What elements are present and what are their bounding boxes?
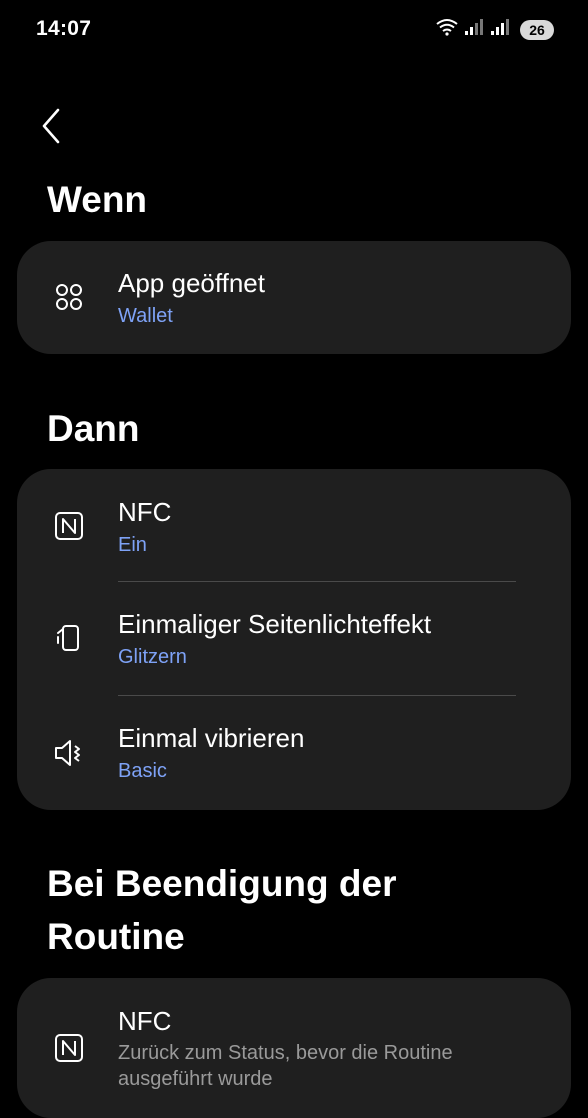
section-title-then: Dann: [47, 408, 140, 449]
when-card: App geöffnet Wallet: [17, 241, 571, 354]
item-title: App geöffnet: [118, 268, 265, 298]
edge-lighting-icon: [51, 620, 87, 656]
item-subtitle: Ein: [118, 534, 147, 556]
item-subtitle: Glitzern: [118, 646, 187, 668]
signal-icon: [490, 18, 510, 41]
section-title-when: Wenn: [47, 179, 148, 220]
status-bar: 14:07 26: [0, 0, 588, 60]
apps-icon: [51, 279, 87, 315]
item-subtitle: Zurück zum Status, bevor die Routine: [118, 1042, 453, 1064]
item-title: NFC: [118, 1006, 172, 1036]
item-subtitle: Basic: [118, 760, 167, 782]
then-card: NFC Ein Einmaliger Seitenlichteffekt Gli…: [17, 469, 571, 810]
item-subtitle: Wallet: [118, 305, 173, 327]
back-button[interactable]: [40, 106, 80, 150]
signal-icon: [464, 18, 484, 41]
wifi-icon: [436, 18, 458, 41]
item-title: NFC: [118, 497, 172, 527]
item-title: Einmaliger Seitenlichteffekt: [118, 609, 432, 639]
nfc-icon: [51, 1030, 87, 1066]
list-item-vibrate[interactable]: Einmal vibrieren Basic: [17, 696, 571, 810]
list-item-app-opened[interactable]: App geöffnet Wallet: [17, 241, 571, 354]
item-title: Einmal vibrieren: [118, 723, 305, 753]
list-item-nfc-restore[interactable]: NFC Zurück zum Status, bevor die Routine…: [17, 978, 571, 1118]
list-item-nfc[interactable]: NFC Ein: [17, 469, 571, 581]
status-icons: 26: [436, 18, 554, 41]
section-title-on-end-line1: Bei Beendigung der: [47, 863, 397, 904]
on-end-card: NFC Zurück zum Status, bevor die Routine…: [17, 978, 571, 1118]
vibrate-icon: [51, 735, 87, 771]
nfc-icon: [51, 508, 87, 544]
list-item-edge-lighting[interactable]: Einmaliger Seitenlichteffekt Glitzern: [17, 582, 571, 695]
battery-indicator: 26: [520, 19, 554, 40]
section-title-on-end-line2: Routine: [47, 916, 185, 957]
chevron-left-icon: [40, 108, 62, 149]
status-time: 14:07: [36, 17, 92, 40]
